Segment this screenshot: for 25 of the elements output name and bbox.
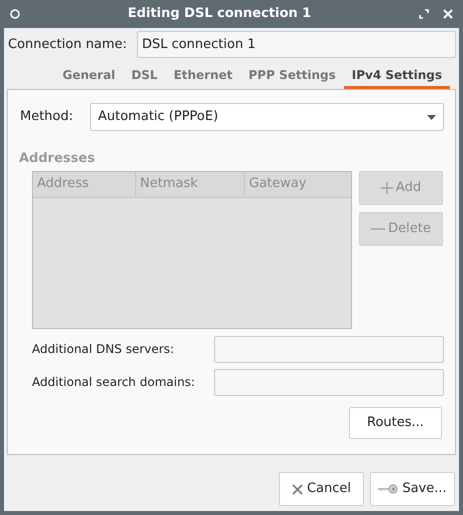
cancel-button[interactable]: Cancel — [279, 472, 364, 506]
maximize-icon[interactable] — [419, 9, 429, 19]
tab[interactable]: PPP Settings — [240, 63, 344, 89]
plus-icon — [380, 182, 393, 194]
key-icon — [378, 484, 398, 494]
minus-icon — [371, 228, 386, 230]
routes-button[interactable]: Routes... — [349, 406, 442, 438]
text-field[interactable] — [214, 336, 444, 362]
window-menu-icon[interactable] — [10, 9, 20, 19]
tab[interactable]: Ethernet — [166, 63, 241, 89]
dropdown-arrow-icon — [427, 114, 436, 120]
tab[interactable]: General — [54, 63, 124, 89]
save-button[interactable]: Save... — [370, 472, 455, 506]
connection-name-field[interactable]: DSL connection 1 — [136, 31, 456, 58]
close-icon — [292, 484, 303, 494]
text-field[interactable] — [214, 368, 444, 396]
connection-name-label: Connection name: — [8, 36, 127, 54]
window-title: Editing DSL connection 1 — [128, 5, 312, 24]
field-label: Additional search domains: — [32, 374, 196, 391]
close-icon[interactable] — [443, 9, 453, 19]
field-label: Additional DNS servers: — [32, 341, 175, 358]
method-dropdown[interactable]: Automatic (PPPoE) — [90, 103, 444, 131]
method-label: Method: — [20, 108, 74, 126]
addresses-heading: Addresses — [19, 150, 95, 168]
tab[interactable]: DSL — [123, 63, 166, 89]
